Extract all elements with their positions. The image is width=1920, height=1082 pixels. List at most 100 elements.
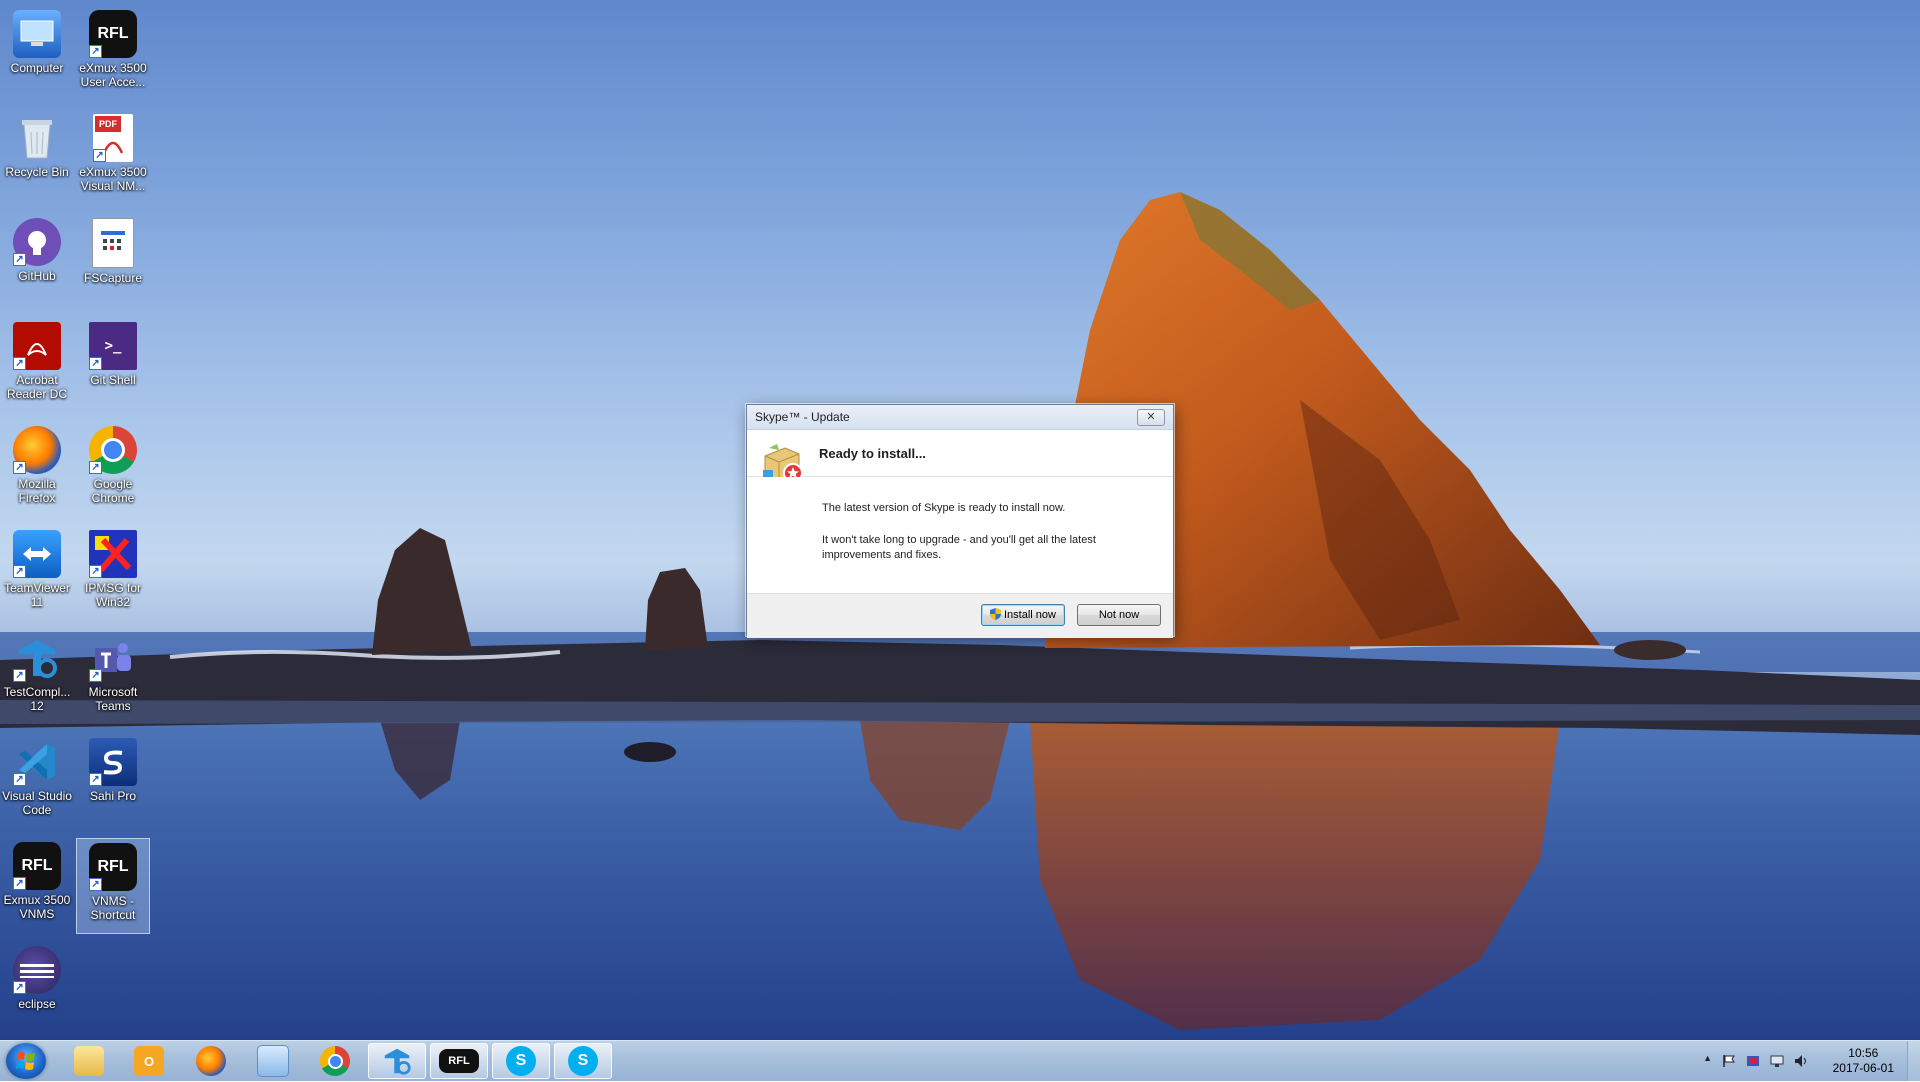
shortcut-arrow-icon: ↗: [89, 773, 102, 786]
desktop-icon-label: Mozilla Firefox: [18, 477, 56, 505]
desktop-icon-label: eXmux 3500 User Acce...: [79, 61, 147, 89]
shortcut-arrow-icon: ↗: [13, 461, 26, 474]
shortcut-arrow-icon: ↗: [13, 357, 26, 370]
desktop-icon-recycle-bin[interactable]: Recycle Bin: [0, 110, 74, 206]
taskbar-item-chrome[interactable]: [306, 1043, 364, 1079]
desktop-icon-firefox[interactable]: ↗ Mozilla Firefox: [0, 422, 74, 518]
fscapture-icon: [92, 218, 134, 268]
desktop-icon-label: Recycle Bin: [5, 165, 69, 179]
install-now-button[interactable]: Install now: [981, 604, 1065, 626]
clock-time: 10:56: [1848, 1046, 1879, 1060]
desktop-icon-label: Google Chrome: [91, 477, 135, 505]
desktop-icon-github[interactable]: ↗ GitHub: [0, 214, 74, 310]
desktop-icon-label: Acrobat Reader DC: [6, 373, 68, 401]
dialog-heading: Ready to install...: [819, 446, 926, 461]
start-button[interactable]: [6, 1043, 46, 1079]
rfl-icon: RFL ↗: [13, 842, 61, 890]
teamviewer-icon: ↗: [13, 530, 61, 578]
install-now-label: Install now: [1004, 609, 1056, 621]
rfl-logo-text: RFL: [97, 25, 129, 42]
ipmsg-icon: ↗: [89, 530, 137, 578]
firefox-icon: ↗: [13, 426, 61, 474]
shortcut-arrow-icon: ↗: [89, 669, 102, 682]
shortcut-arrow-icon: ↗: [89, 461, 102, 474]
desktop-icon-git-shell[interactable]: >_ ↗ Git Shell: [76, 318, 150, 414]
git-shell-prompt: >_: [104, 338, 122, 354]
shortcut-arrow-icon: ↗: [93, 149, 106, 162]
not-now-button[interactable]: Not now: [1077, 604, 1161, 626]
chrome-icon: [320, 1046, 350, 1076]
pdf-badge: PDF: [95, 116, 121, 132]
taskbar: O RFL S S ▲ 10:56 2017-06-01: [0, 1040, 1920, 1081]
close-icon: ✕: [1146, 411, 1156, 423]
desktop-icon-label: GitHub: [18, 269, 56, 283]
desktop-icon-eclipse[interactable]: ↗ eclipse: [0, 942, 74, 1038]
network-icon[interactable]: [1770, 1054, 1784, 1068]
desktop-icon-testcomplete[interactable]: ↗ TestCompl... 12: [0, 630, 74, 726]
volume-icon[interactable]: [1794, 1054, 1808, 1068]
dialog-close-button[interactable]: ✕: [1137, 409, 1165, 426]
shortcut-arrow-icon: ↗: [13, 253, 26, 266]
desktop-icon-ipmsg[interactable]: ↗ IPMSG for Win32: [76, 526, 150, 622]
desktop-icon-label: Visual Studio Code: [2, 789, 72, 817]
taskbar-item-testcomplete[interactable]: [368, 1043, 426, 1079]
rfl-logo-text: RFL: [448, 1055, 470, 1067]
desktop-icon-label: TeamViewer 11: [4, 581, 70, 609]
tray-overflow-chevron-icon[interactable]: ▲: [1703, 1053, 1712, 1063]
dialog-titlebar[interactable]: Skype™ - Update ✕: [747, 405, 1173, 430]
desktop-icon-label: eclipse: [18, 997, 56, 1011]
taskbar-item-skype-update[interactable]: S: [492, 1043, 550, 1079]
taskbar-item-windows-explorer[interactable]: [60, 1043, 118, 1079]
desktop-icon-visual-studio-code[interactable]: ↗ Visual Studio Code: [0, 734, 74, 830]
not-now-label: Not now: [1098, 609, 1140, 621]
files-icon: [257, 1045, 289, 1077]
desktop-icon-label: TestCompl... 12: [3, 685, 71, 713]
taskbar-item-file-manager[interactable]: [244, 1043, 302, 1079]
shortcut-arrow-icon: ↗: [13, 981, 26, 994]
desktop-icon-label: Git Shell: [90, 373, 136, 387]
desktop-icon-microsoft-teams[interactable]: ↗ Microsoft Teams: [76, 630, 150, 726]
git-shell-icon: >_ ↗: [89, 322, 137, 370]
desktop-icon-computer[interactable]: Computer: [0, 6, 74, 102]
outlook-icon: O: [134, 1046, 164, 1076]
chrome-icon: ↗: [89, 426, 137, 474]
desktop-icon-sahi-pro[interactable]: ↗ Sahi Pro: [76, 734, 150, 830]
vscode-icon: ↗: [13, 738, 61, 786]
desktop-icon-exmux-visual-nm[interactable]: PDF ↗ eXmux 3500 Visual NM...: [76, 110, 150, 206]
skype-update-dialog[interactable]: Skype™ - Update ✕ Ready to install... Th…: [746, 404, 1174, 638]
dialog-body: The latest version of Skype is ready to …: [747, 477, 1173, 593]
shortcut-arrow-icon: ↗: [89, 878, 102, 891]
testcomplete-icon: [382, 1046, 412, 1076]
action-center-flag-icon[interactable]: [1722, 1054, 1736, 1068]
desktop-icon-label: FSCapture: [83, 271, 143, 285]
recycle-bin-icon: [13, 114, 61, 162]
desktop-icon-teamviewer[interactable]: ↗ TeamViewer 11: [0, 526, 74, 622]
shortcut-arrow-icon: ↗: [89, 357, 102, 370]
pdf-icon: PDF ↗: [93, 114, 133, 162]
dialog-footer: Install now Not now: [747, 593, 1173, 638]
desktop-icon-exmux-vnms[interactable]: RFL ↗ Exmux 3500 VNMS: [0, 838, 74, 934]
desktop-icon-exmux-user-access[interactable]: RFL ↗ eXmux 3500 User Acce...: [76, 6, 150, 102]
taskbar-clock[interactable]: 10:56 2017-06-01: [1833, 1046, 1894, 1076]
network-warning-icon[interactable]: [1746, 1054, 1760, 1068]
show-desktop-button[interactable]: [1907, 1041, 1920, 1081]
taskbar-item-skype[interactable]: S: [554, 1043, 612, 1079]
taskbar-item-firefox[interactable]: [182, 1043, 240, 1079]
desktop-icon-label: VNMS - Shortcut: [90, 894, 136, 922]
desktop-icon-chrome[interactable]: ↗ Google Chrome: [76, 422, 150, 518]
desktop-icon-label: Exmux 3500 VNMS: [3, 893, 71, 921]
desktop-icon-fscapture[interactable]: FSCapture: [76, 214, 150, 310]
windows-logo-icon: [16, 1052, 35, 1070]
rfl-icon: RFL ↗: [89, 843, 137, 891]
desktop-icon-acrobat-reader[interactable]: ↗ Acrobat Reader DC: [0, 318, 74, 414]
taskbar-item-rfl[interactable]: RFL: [430, 1043, 488, 1079]
skype-icon: S: [568, 1046, 598, 1076]
uac-shield-icon: [990, 608, 1001, 620]
rfl-logo-text: RFL: [21, 857, 53, 874]
desktop-icon-label: Sahi Pro: [89, 789, 137, 803]
skype-icon: S: [506, 1046, 536, 1076]
desktop-icon-vnms-shortcut[interactable]: RFL ↗ VNMS - Shortcut: [76, 838, 150, 934]
shortcut-arrow-icon: ↗: [89, 45, 102, 58]
skype-letter: S: [515, 1052, 527, 1069]
taskbar-item-outlook[interactable]: O: [120, 1043, 178, 1079]
